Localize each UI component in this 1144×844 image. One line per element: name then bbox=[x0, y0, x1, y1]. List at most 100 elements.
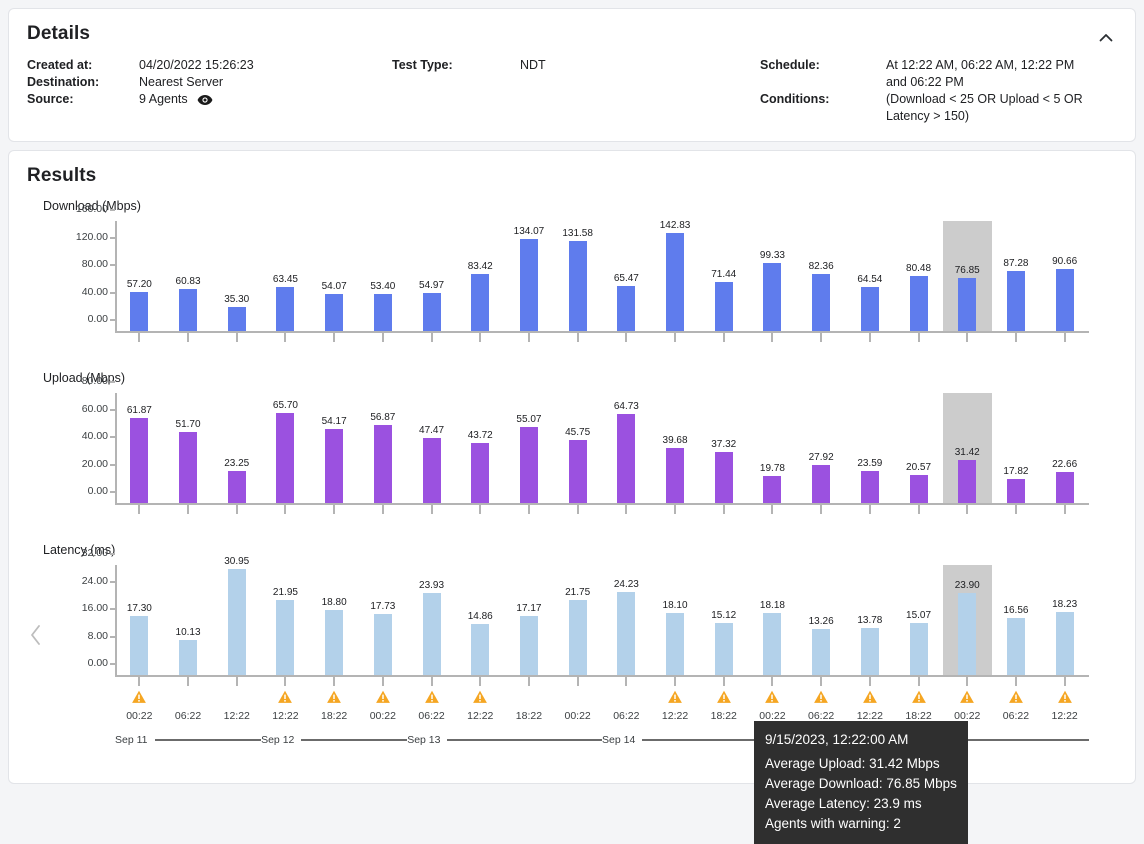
bar[interactable] bbox=[860, 470, 879, 503]
bar-slot[interactable]: 99.33 bbox=[748, 221, 797, 331]
bar[interactable] bbox=[666, 612, 685, 675]
bar-slot[interactable]: 54.07 bbox=[310, 221, 359, 331]
bar-slot[interactable]: 10.13 bbox=[164, 565, 213, 675]
bar-slot[interactable]: 134.07 bbox=[505, 221, 554, 331]
bar-slot[interactable]: 23.93 bbox=[407, 565, 456, 675]
bar-slot[interactable]: 24.23 bbox=[602, 565, 651, 675]
bar-slot[interactable]: 18.80 bbox=[310, 565, 359, 675]
bar-slot[interactable]: 131.58 bbox=[553, 221, 602, 331]
warning-triangle-icon[interactable] bbox=[862, 690, 877, 709]
bar-slot[interactable]: 37.32 bbox=[699, 393, 748, 503]
bar[interactable] bbox=[519, 427, 538, 503]
warning-triangle-icon[interactable] bbox=[424, 690, 439, 709]
bar-slot[interactable]: 51.70 bbox=[164, 393, 213, 503]
bar[interactable] bbox=[812, 274, 831, 331]
bar-slot[interactable]: 15.07 bbox=[894, 565, 943, 675]
bar[interactable] bbox=[714, 623, 733, 675]
bar[interactable] bbox=[909, 275, 928, 331]
bar[interactable] bbox=[763, 612, 782, 675]
bar[interactable] bbox=[130, 615, 149, 675]
warning-triangle-icon[interactable] bbox=[1008, 690, 1023, 709]
bar-slot[interactable]: 39.68 bbox=[651, 393, 700, 503]
bar[interactable] bbox=[666, 448, 685, 503]
bar-slot[interactable]: 43.72 bbox=[456, 393, 505, 503]
bar-slot[interactable]: 17.17 bbox=[505, 565, 554, 675]
warning-triangle-icon[interactable] bbox=[375, 690, 390, 709]
bar-slot[interactable]: 18.23 bbox=[1040, 565, 1089, 675]
bar[interactable] bbox=[373, 614, 392, 675]
warning-triangle-icon[interactable] bbox=[814, 690, 829, 709]
bar[interactable] bbox=[617, 414, 636, 503]
bar-slot[interactable]: 61.87 bbox=[115, 393, 164, 503]
bar[interactable] bbox=[130, 417, 149, 503]
bar[interactable] bbox=[325, 610, 344, 675]
bar[interactable] bbox=[1055, 471, 1074, 503]
eye-icon[interactable] bbox=[197, 94, 213, 106]
bar[interactable] bbox=[1006, 618, 1025, 675]
bar[interactable] bbox=[1006, 271, 1025, 331]
bar-slot[interactable]: 47.47 bbox=[407, 393, 456, 503]
bar[interactable] bbox=[276, 599, 295, 675]
bar[interactable] bbox=[471, 273, 490, 331]
bar[interactable] bbox=[617, 591, 636, 675]
bar-slot[interactable]: 57.20 bbox=[115, 221, 164, 331]
bar-slot[interactable]: 17.73 bbox=[359, 565, 408, 675]
warning-triangle-icon[interactable] bbox=[473, 690, 488, 709]
bar[interactable] bbox=[276, 287, 295, 331]
bar-slot[interactable]: 65.70 bbox=[261, 393, 310, 503]
bar[interactable] bbox=[422, 293, 441, 331]
bar-slot[interactable]: 31.42 bbox=[943, 393, 992, 503]
bar[interactable] bbox=[179, 431, 198, 503]
bar-slot[interactable]: 82.36 bbox=[797, 221, 846, 331]
bar-slot[interactable]: 142.83 bbox=[651, 220, 700, 331]
bar-slot[interactable]: 21.95 bbox=[261, 565, 310, 675]
bar[interactable] bbox=[568, 440, 587, 503]
bar-slot[interactable]: 56.87 bbox=[359, 393, 408, 503]
bar[interactable] bbox=[714, 281, 733, 331]
bar-slot[interactable]: 80.48 bbox=[894, 221, 943, 331]
bar-slot[interactable]: 18.10 bbox=[651, 565, 700, 675]
bar[interactable] bbox=[568, 600, 587, 675]
bar[interactable] bbox=[763, 475, 782, 503]
bar-slot[interactable]: 60.83 bbox=[164, 221, 213, 331]
warning-triangle-icon[interactable] bbox=[960, 690, 975, 709]
bar-slot[interactable]: 27.92 bbox=[797, 393, 846, 503]
bar-slot[interactable]: 23.59 bbox=[846, 393, 895, 503]
bar[interactable] bbox=[617, 286, 636, 331]
bar[interactable] bbox=[958, 592, 977, 675]
bar-slot[interactable]: 22.66 bbox=[1040, 393, 1089, 503]
bar-slot[interactable]: 17.30 bbox=[115, 565, 164, 675]
bar[interactable] bbox=[763, 262, 782, 331]
bar-slot[interactable]: 45.75 bbox=[553, 393, 602, 503]
bar[interactable] bbox=[860, 286, 879, 331]
bar[interactable] bbox=[325, 428, 344, 503]
bar[interactable] bbox=[909, 623, 928, 675]
bar-slot[interactable]: 55.07 bbox=[505, 393, 554, 503]
bar-slot[interactable]: 16.56 bbox=[992, 565, 1041, 675]
bar[interactable] bbox=[860, 627, 879, 675]
bar-slot[interactable]: 30.95 bbox=[212, 556, 261, 675]
bar-slot[interactable]: 19.78 bbox=[748, 393, 797, 503]
bar-slot[interactable]: 64.73 bbox=[602, 393, 651, 503]
bar[interactable] bbox=[812, 629, 831, 675]
warning-triangle-icon[interactable] bbox=[278, 690, 293, 709]
details-collapse-button[interactable] bbox=[1091, 25, 1121, 55]
bar[interactable] bbox=[373, 424, 392, 503]
bar-slot[interactable]: 20.57 bbox=[894, 393, 943, 503]
bar[interactable] bbox=[227, 568, 246, 675]
bar-slot[interactable]: 14.86 bbox=[456, 565, 505, 675]
bar[interactable] bbox=[958, 459, 977, 503]
bar-slot[interactable]: 71.44 bbox=[699, 221, 748, 331]
warning-triangle-icon[interactable] bbox=[327, 690, 342, 709]
bar[interactable] bbox=[812, 464, 831, 503]
warning-triangle-icon[interactable] bbox=[132, 690, 147, 709]
bar[interactable] bbox=[179, 640, 198, 675]
bar-slot[interactable]: 13.26 bbox=[797, 565, 846, 675]
bar-slot[interactable]: 54.17 bbox=[310, 393, 359, 503]
warning-triangle-icon[interactable] bbox=[911, 690, 926, 709]
bar[interactable] bbox=[276, 412, 295, 503]
bar[interactable] bbox=[471, 623, 490, 675]
warning-triangle-icon[interactable] bbox=[1057, 690, 1072, 709]
bar[interactable] bbox=[130, 291, 149, 331]
bar-slot[interactable]: 64.54 bbox=[846, 221, 895, 331]
